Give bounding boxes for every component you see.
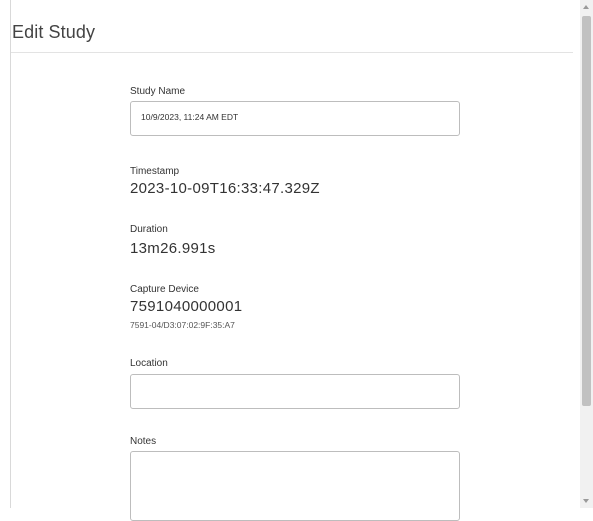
edit-study-dialog: Edit Study Study Name 10/9/2023, 11:24 A… xyxy=(0,0,593,521)
study-name-input[interactable]: 10/9/2023, 11:24 AM EDT xyxy=(130,101,460,136)
duration-value: 13m26.991s xyxy=(130,240,216,257)
notes-textarea[interactable] xyxy=(130,451,460,521)
vertical-scrollbar[interactable] xyxy=(580,0,593,508)
scrollbar-thumb[interactable] xyxy=(582,16,591,406)
notes-label: Notes xyxy=(130,436,157,447)
capture-device-detail: 7591-04/D3:07:02:9F:35:A7 xyxy=(130,320,235,330)
location-label: Location xyxy=(130,358,168,369)
capture-device-label: Capture Device xyxy=(130,284,199,295)
study-name-value: 10/9/2023, 11:24 AM EDT xyxy=(141,112,239,122)
location-input[interactable] xyxy=(130,374,460,409)
title-divider xyxy=(11,52,573,53)
dialog-left-border xyxy=(10,0,11,508)
scroll-up-arrow-icon[interactable] xyxy=(583,5,589,9)
dialog-title: Edit Study xyxy=(12,22,96,42)
timestamp-value: 2023-10-09T16:33:47.329Z xyxy=(130,180,320,197)
timestamp-label: Timestamp xyxy=(130,166,180,177)
scroll-down-arrow-icon[interactable] xyxy=(583,499,589,503)
capture-device-value: 7591040000001 xyxy=(130,298,243,315)
duration-label: Duration xyxy=(130,224,168,235)
study-name-label: Study Name xyxy=(130,86,186,97)
